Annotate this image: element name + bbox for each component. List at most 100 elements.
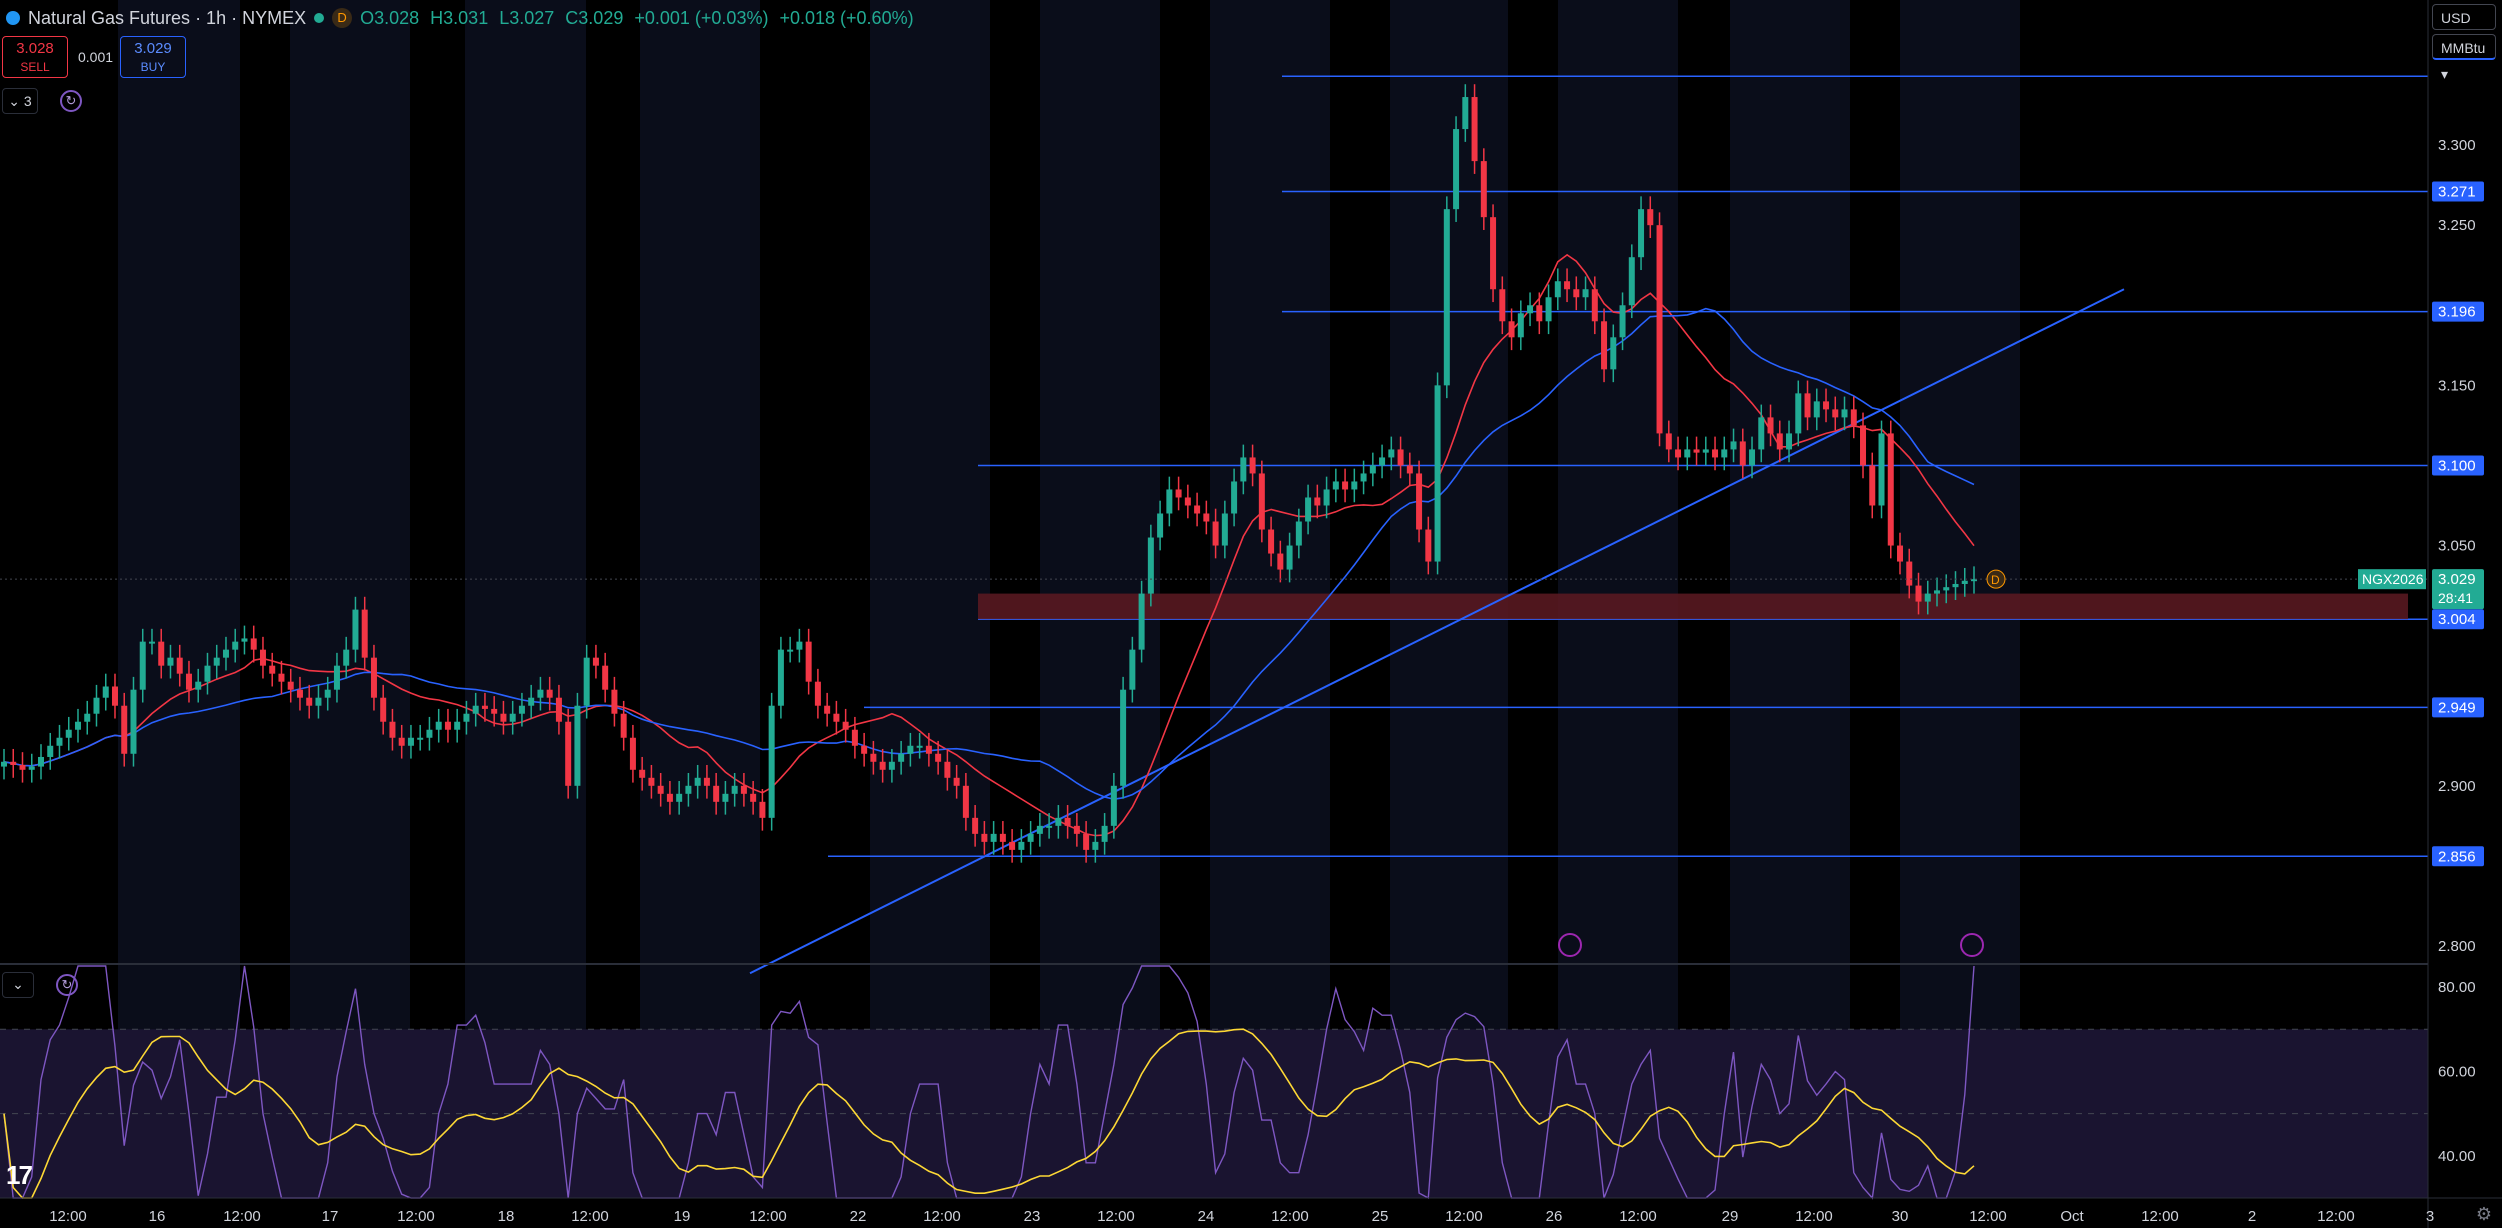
candle-body: [1573, 289, 1580, 298]
candle-body: [1545, 297, 1552, 322]
candle-body: [74, 721, 81, 730]
candle-body: [259, 649, 266, 666]
candle-body: [1175, 489, 1182, 498]
candle-body: [1934, 590, 1941, 594]
candle-body: [1443, 209, 1450, 386]
chevron-down-icon: ⌄: [12, 976, 24, 992]
candle-body: [1305, 497, 1312, 522]
price-chart[interactable]: 3.300 3.250 3.150 3.050 2.900 2.800 3.271 3.196…: [0, 0, 2502, 1228]
candle-body: [1527, 305, 1534, 314]
delayed-badge[interactable]: D: [332, 8, 353, 28]
candle-body: [121, 705, 128, 754]
candle-body: [426, 729, 433, 738]
candle-body: [1813, 401, 1820, 418]
ohlc-values: O3.028 H3.031 L3.027 C3.029 +0.001 (+0.0…: [360, 8, 920, 29]
candle-body: [1943, 587, 1950, 591]
countdown-label: 28:41: [2438, 590, 2473, 606]
spread-value: 0.001: [78, 49, 114, 65]
rsi-tick-label: 60.00: [2438, 1063, 2476, 1080]
candle-body: [389, 721, 396, 738]
candle-body: [574, 705, 581, 786]
candle-body: [1786, 433, 1793, 450]
candle-body: [1166, 489, 1173, 514]
candle-body: [1027, 833, 1034, 842]
unit-select[interactable]: MMBtu ▾: [2432, 34, 2496, 82]
candle-body: [306, 697, 313, 706]
time-tick-label: 12:00: [571, 1208, 609, 1225]
candle-body: [185, 673, 192, 690]
time-tick-label: 23: [1024, 1208, 1041, 1225]
candle-body: [1101, 825, 1108, 842]
time-tick-label: 12:00: [1969, 1208, 2007, 1225]
time-tick-label: 3: [2426, 1208, 2434, 1225]
time-tick-label: 24: [1198, 1208, 1215, 1225]
candle-body: [1693, 449, 1700, 453]
candle-body: [1268, 529, 1275, 554]
candle-body: [1018, 841, 1025, 850]
price-tick-label: 3.150: [2438, 377, 2476, 394]
candle-body: [694, 777, 701, 786]
candle-body: [65, 729, 72, 738]
candle-body: [805, 641, 812, 682]
gear-icon[interactable]: ⚙: [2476, 1204, 2492, 1225]
change-value: +0.001 (+0.03%): [634, 7, 769, 28]
candle-body: [1924, 593, 1931, 602]
candle-body: [1878, 433, 1885, 506]
candle-body: [1823, 401, 1830, 410]
rsi-sync-icon[interactable]: ↻: [56, 974, 78, 996]
time-tick-label: 12:00: [923, 1208, 961, 1225]
buy-button[interactable]: 3.029 BUY: [120, 36, 186, 78]
candle-body: [972, 817, 979, 834]
sell-label: SELL: [20, 60, 50, 74]
candle-body: [500, 713, 507, 722]
candle-body: [1897, 545, 1904, 562]
candle-body: [139, 641, 146, 690]
candle-body: [565, 721, 572, 786]
candle-body: [380, 697, 387, 722]
symbol-icon[interactable]: [6, 11, 20, 25]
candle-body: [546, 689, 553, 698]
candle-body: [352, 609, 359, 650]
candle-body: [528, 697, 535, 706]
candle-body: [1369, 465, 1376, 474]
time-tick-label: 12:00: [1795, 1208, 1833, 1225]
candle-body: [398, 737, 405, 746]
candle-body: [1388, 449, 1395, 458]
candle-body: [269, 665, 276, 674]
candle-body: [1286, 545, 1293, 570]
indicators-toggle[interactable]: ⌄ 3: [2, 88, 38, 114]
time-tick-label: 12:00: [749, 1208, 787, 1225]
sell-button[interactable]: 3.028 SELL: [2, 36, 68, 78]
candle-body: [509, 713, 516, 722]
candle-body: [167, 657, 174, 666]
candle-body: [1425, 529, 1432, 562]
candle-body: [1665, 433, 1672, 450]
candle-body: [1138, 593, 1145, 650]
candle-body: [620, 713, 627, 738]
candle-body: [629, 737, 636, 770]
candle-body: [491, 708, 498, 714]
candle-body: [1961, 580, 1968, 584]
candle-body: [657, 785, 664, 794]
candle-body: [787, 649, 794, 652]
candle-body: [740, 785, 747, 794]
symbol-title[interactable]: Natural Gas Futures · 1h · NYMEX: [28, 8, 306, 29]
currency-select[interactable]: USD: [2432, 4, 2496, 30]
sync-icon[interactable]: ↻: [60, 90, 82, 112]
candle-body: [1582, 289, 1589, 298]
candle-body: [1064, 817, 1071, 826]
rsi-collapse-button[interactable]: ⌄: [2, 972, 34, 998]
candle-body: [1887, 433, 1894, 546]
time-tick-label: 30: [1892, 1208, 1909, 1225]
candle-body: [602, 665, 609, 690]
tradingview-logo[interactable]: 17: [6, 1160, 33, 1191]
candle-body: [1314, 497, 1321, 506]
candle-body: [1231, 481, 1238, 514]
candle-body: [1157, 513, 1164, 538]
candle-body: [879, 761, 886, 770]
candle-body: [1480, 161, 1487, 218]
candle-body: [37, 756, 44, 767]
candle-body: [287, 681, 294, 690]
candle-body: [1416, 473, 1423, 530]
candle-body: [296, 689, 303, 698]
